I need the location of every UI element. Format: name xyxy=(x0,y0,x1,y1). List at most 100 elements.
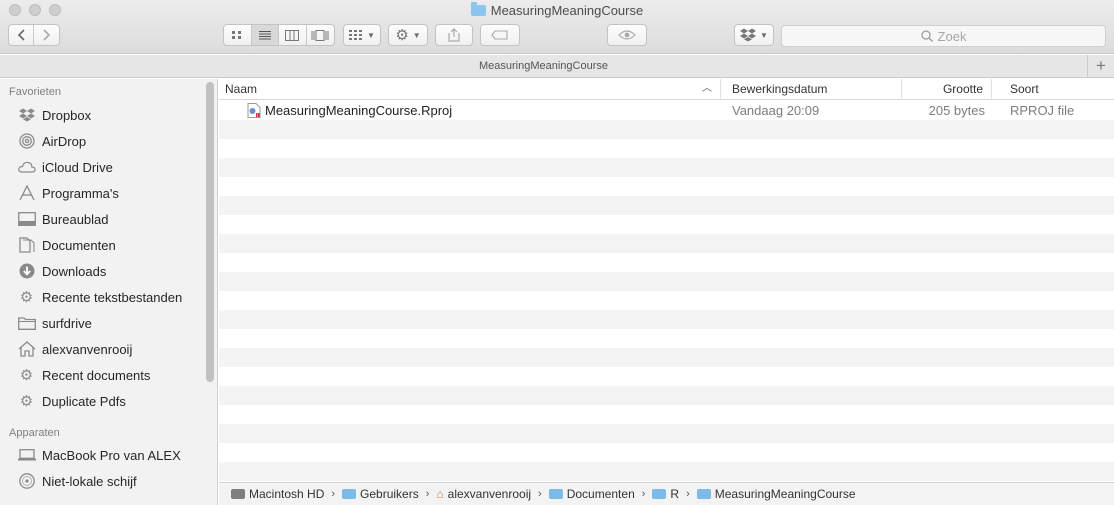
empty-row xyxy=(219,196,1114,215)
tab-bar: MeasuringMeaningCourse + xyxy=(0,55,1114,78)
file-rows: MeasuringMeaningCourse.Rproj Vandaag 20:… xyxy=(219,101,1114,481)
sidebar-item-home[interactable]: alexvanvenrooij xyxy=(0,336,210,362)
sidebar-item-recent-documents[interactable]: ⚙ Recent documents xyxy=(0,362,210,388)
column-header-date[interactable]: Bewerkingsdatum xyxy=(726,79,902,100)
table-row[interactable]: MeasuringMeaningCourse.Rproj Vandaag 20:… xyxy=(219,101,1114,120)
folder-icon xyxy=(342,489,357,499)
sidebar-item-desktop[interactable]: Bureaublad xyxy=(0,206,210,232)
path-bar: Macintosh HD › Gebruikers › ⌂ alexvanven… xyxy=(219,482,1114,505)
chevron-right-icon: › xyxy=(538,488,542,500)
path-crumb-home[interactable]: ⌂ alexvanvenrooij xyxy=(436,487,531,501)
sidebar-item-label: alexvanvenrooij xyxy=(42,341,133,357)
harddisk-icon xyxy=(231,489,245,499)
gear-icon: ⚙ xyxy=(395,27,409,44)
sidebar-item-label: AirDrop xyxy=(42,133,87,149)
chevron-right-icon xyxy=(42,29,50,41)
view-mode-control xyxy=(223,24,335,46)
airdrop-icon xyxy=(17,132,36,150)
sidebar-item-icloud-drive[interactable]: iCloud Drive xyxy=(0,154,210,180)
sidebar-item-duplicate-pdfs[interactable]: ⚙ Duplicate Pdfs xyxy=(0,388,210,414)
folder-icon xyxy=(548,489,563,499)
coverflow-icon xyxy=(311,29,329,41)
sidebar-item-surfdrive[interactable]: surfdrive xyxy=(0,310,210,336)
sidebar-item-label: Niet-lokale schijf xyxy=(42,473,137,489)
columns-icon xyxy=(285,29,300,41)
file-kind: RPROJ file xyxy=(1010,103,1075,118)
sidebar-item-label: Documenten xyxy=(42,237,116,253)
column-header-row: Naam ︿ Bewerkingsdatum Grootte Soort xyxy=(219,79,1114,100)
window-title: MeasuringMeaningCourse xyxy=(0,2,1114,18)
gear-icon: ⚙ xyxy=(19,289,34,306)
nav-buttons xyxy=(8,24,60,46)
search-placeholder: Zoek xyxy=(937,28,967,44)
chevron-down-icon: ▼ xyxy=(367,30,375,40)
empty-row xyxy=(219,215,1114,234)
search-field[interactable]: Zoek xyxy=(781,25,1106,47)
coverflow-view-button[interactable] xyxy=(307,25,334,45)
tab-current[interactable]: MeasuringMeaningCourse xyxy=(0,55,1087,78)
window-toolbar: MeasuringMeaningCourse ▼ ⚙ ▼ ▼ Zoek xyxy=(0,0,1114,54)
empty-row xyxy=(219,386,1114,405)
tags-button[interactable] xyxy=(480,24,520,46)
empty-row xyxy=(219,443,1114,462)
sidebar-item-documents[interactable]: Documenten xyxy=(0,232,210,258)
sidebar-item-recent-text-files[interactable]: ⚙ Recente tekstbestanden xyxy=(0,284,210,310)
empty-row xyxy=(219,253,1114,272)
path-crumb-macintosh-hd[interactable]: Macintosh HD xyxy=(231,487,324,501)
icon-view-button[interactable] xyxy=(224,25,252,45)
dropbox-toolbar-button[interactable]: ▼ xyxy=(734,24,774,46)
empty-row xyxy=(219,177,1114,196)
folder-icon xyxy=(652,489,667,499)
dropbox-icon xyxy=(17,106,36,124)
gear-icon: ⚙ xyxy=(19,393,34,410)
disc-icon xyxy=(17,472,36,490)
sidebar-item-label: Recent documents xyxy=(42,367,151,383)
empty-row xyxy=(219,272,1114,291)
empty-row xyxy=(219,462,1114,481)
path-crumb-r[interactable]: R xyxy=(652,487,679,501)
laptop-icon xyxy=(17,446,36,464)
home-icon: ⌂ xyxy=(436,487,444,501)
dropbox-icon xyxy=(740,28,757,42)
column-view-button[interactable] xyxy=(279,25,307,45)
applications-icon xyxy=(17,184,36,202)
sidebar-item-macbook[interactable]: MacBook Pro van ALEX xyxy=(0,442,210,468)
arrange-button[interactable]: ▼ xyxy=(343,24,381,46)
quick-look-button[interactable] xyxy=(607,24,647,46)
sidebar-item-applications[interactable]: Programma's xyxy=(0,180,210,206)
column-header-size[interactable]: Grootte xyxy=(902,79,992,100)
action-button[interactable]: ⚙ ▼ xyxy=(388,24,428,46)
search-icon xyxy=(920,30,933,42)
sidebar-item-label: Programma's xyxy=(42,185,119,201)
path-crumb-current[interactable]: MeasuringMeaningCourse xyxy=(696,487,856,501)
new-tab-button[interactable]: + xyxy=(1087,55,1114,78)
sidebar-item-label: Dropbox xyxy=(42,107,92,123)
sidebar-item-label: iCloud Drive xyxy=(42,159,113,175)
back-button[interactable] xyxy=(9,25,34,45)
desktop-icon xyxy=(17,210,36,228)
empty-row xyxy=(219,329,1114,348)
path-crumb-users[interactable]: Gebruikers xyxy=(342,487,419,501)
home-icon xyxy=(17,340,36,358)
sidebar-item-dropbox[interactable]: Dropbox xyxy=(0,102,210,128)
share-icon xyxy=(448,28,460,42)
empty-row xyxy=(219,139,1114,158)
sidebar-item-airdrop[interactable]: AirDrop xyxy=(0,128,210,154)
path-crumb-documents[interactable]: Documenten xyxy=(548,487,635,501)
column-header-name[interactable]: Naam ︿ xyxy=(219,79,721,100)
sidebar-item-label: surfdrive xyxy=(42,315,92,331)
sidebar-item-remote-disc[interactable]: Niet-lokale schijf xyxy=(0,468,210,494)
list-view-button[interactable] xyxy=(251,25,279,45)
sidebar-item-label: MacBook Pro van ALEX xyxy=(42,447,181,463)
column-header-kind[interactable]: Soort xyxy=(1004,79,1114,100)
empty-row xyxy=(219,348,1114,367)
sidebar-item-label: Downloads xyxy=(42,263,107,279)
empty-row xyxy=(219,310,1114,329)
sidebar-item-downloads[interactable]: Downloads xyxy=(0,258,210,284)
empty-row xyxy=(219,405,1114,424)
arrange-grid-icon xyxy=(349,30,363,40)
folder-icon xyxy=(470,2,486,16)
chevron-down-icon: ▼ xyxy=(412,30,421,40)
forward-button[interactable] xyxy=(34,25,59,45)
share-button[interactable] xyxy=(435,24,473,46)
